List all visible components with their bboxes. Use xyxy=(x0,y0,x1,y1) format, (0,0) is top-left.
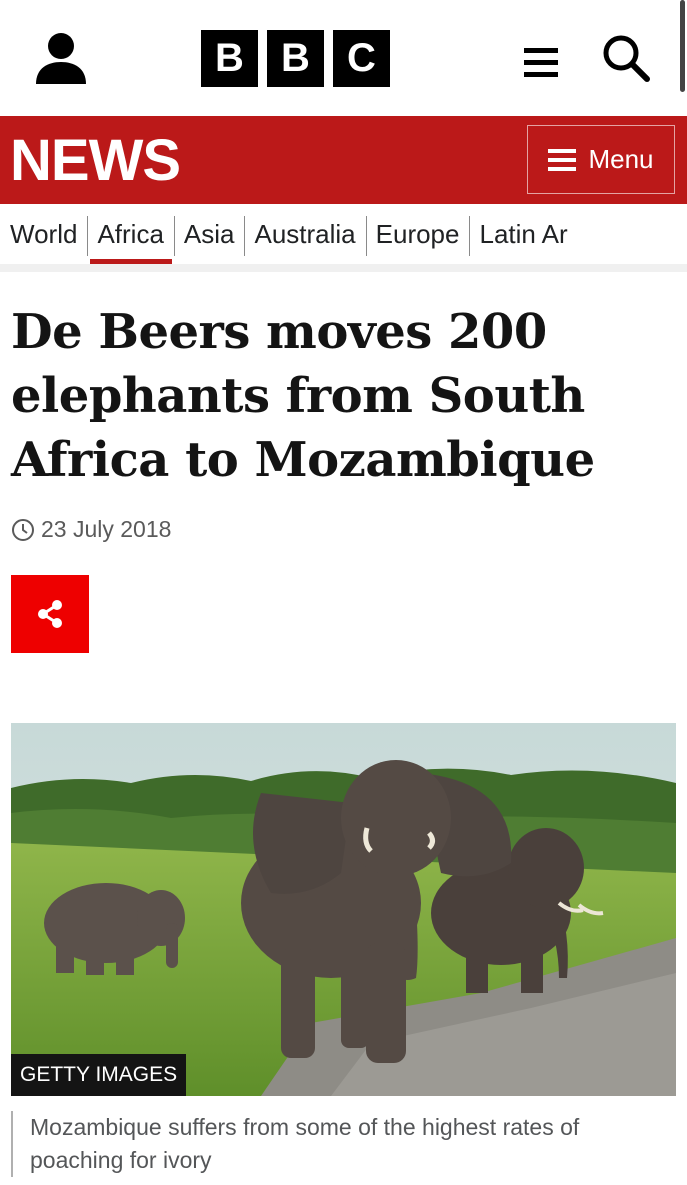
bbc-logo-letter: C xyxy=(333,30,390,87)
article-image xyxy=(11,723,676,1096)
bbc-logo-letter: B xyxy=(267,30,324,87)
bbc-logo[interactable]: B B C xyxy=(201,30,390,87)
section-nav: World Africa Asia Australia Europe Latin… xyxy=(0,204,687,272)
news-banner: NEWS Menu xyxy=(0,116,687,204)
share-icon xyxy=(38,600,62,628)
image-credit: GETTY IMAGES xyxy=(11,1054,187,1096)
nav-item-latin-america[interactable]: Latin Ar xyxy=(469,204,577,264)
article-date: 23 July 2018 xyxy=(41,516,172,542)
hamburger-icon[interactable] xyxy=(524,45,558,79)
top-bar: B B C xyxy=(0,0,687,116)
share-button[interactable] xyxy=(11,575,89,653)
nav-item-africa[interactable]: Africa xyxy=(87,204,173,264)
menu-icon xyxy=(548,148,577,171)
nav-item-world[interactable]: World xyxy=(0,204,87,264)
elephants-photo xyxy=(11,723,676,1096)
nav-item-asia[interactable]: Asia xyxy=(173,204,245,264)
menu-label: Menu xyxy=(588,144,654,174)
news-title[interactable]: NEWS xyxy=(10,126,181,196)
menu-button[interactable]: Menu xyxy=(527,125,675,194)
scrollbar[interactable] xyxy=(680,0,685,92)
account-icon[interactable] xyxy=(34,32,88,84)
article-headline: De Beers moves 200 elephants from South … xyxy=(11,304,595,488)
image-caption: Mozambique suffers from some of the high… xyxy=(11,1111,671,1177)
bbc-logo-letter: B xyxy=(201,30,258,87)
clock-icon xyxy=(12,518,34,541)
nav-item-australia[interactable]: Australia xyxy=(244,204,365,264)
search-icon[interactable] xyxy=(601,33,651,83)
article-timestamp: 23 July 2018 xyxy=(11,516,171,543)
nav-item-europe[interactable]: Europe xyxy=(365,204,470,264)
